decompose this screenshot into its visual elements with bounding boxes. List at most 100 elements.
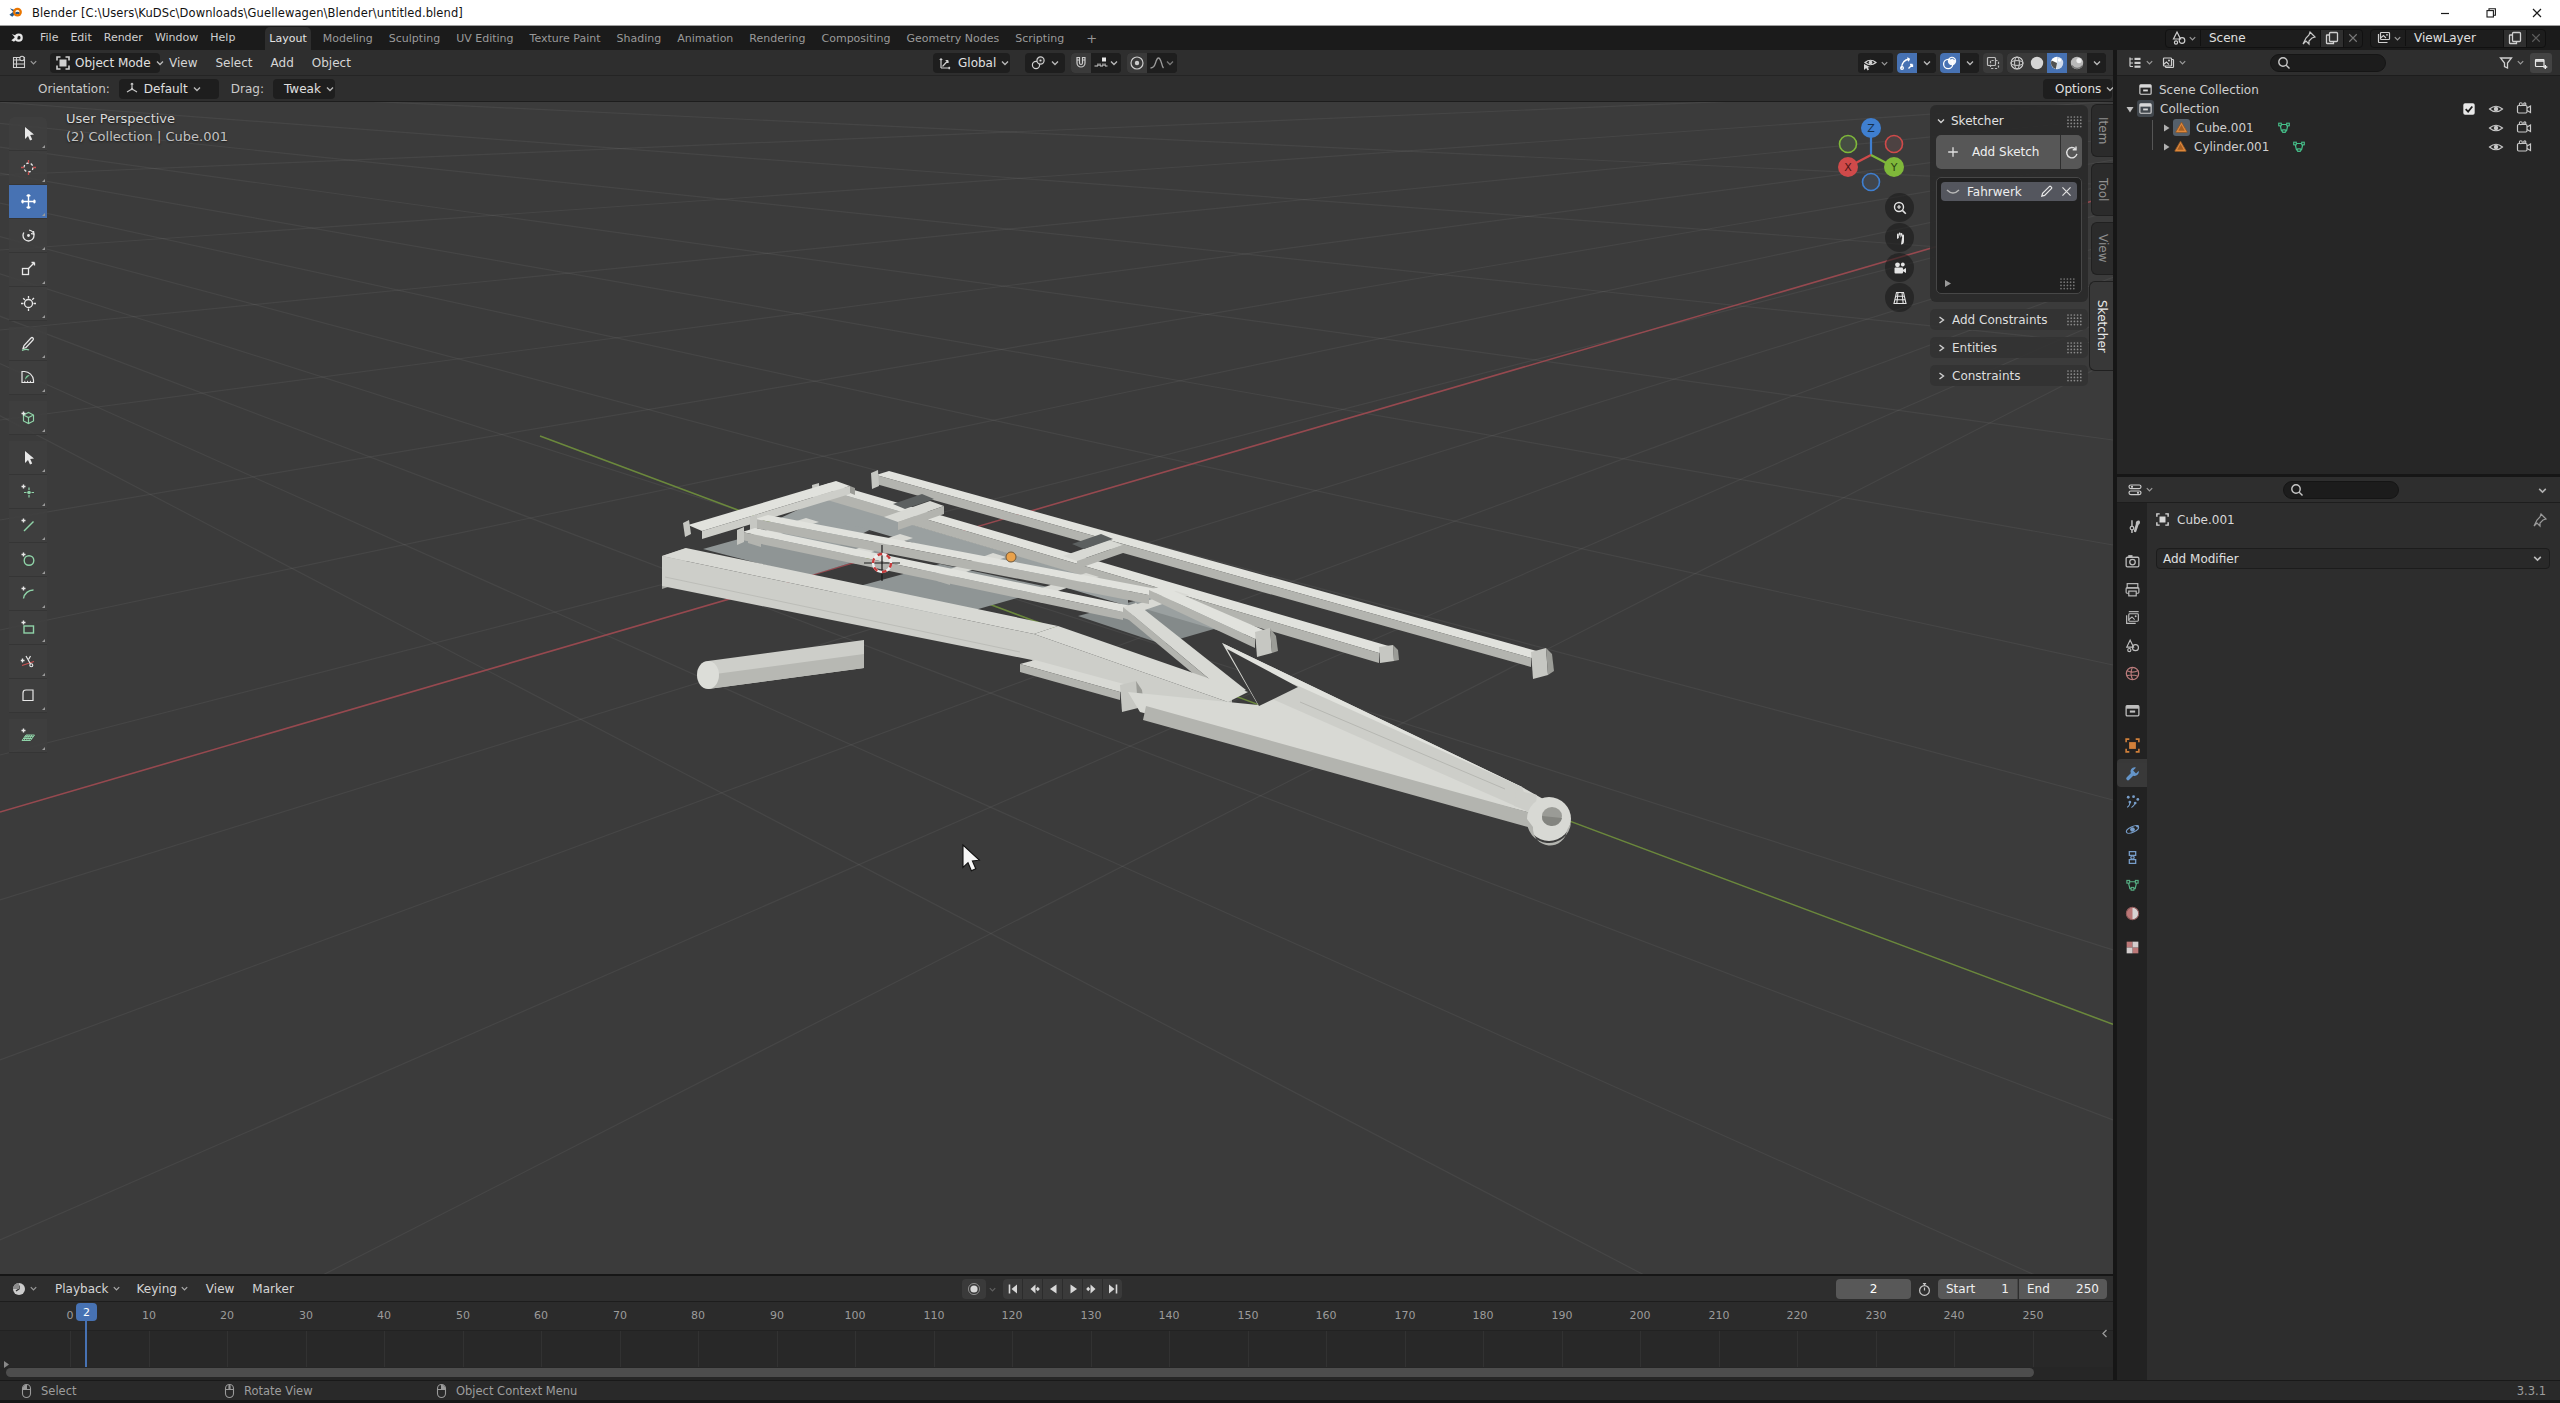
outliner-filter-display-button[interactable] — [2157, 53, 2190, 73]
properties-tab-material[interactable] — [2117, 899, 2147, 927]
workspace-tab-geometry-nodes[interactable]: Geometry Nodes — [902, 27, 1003, 50]
properties-tab-particles[interactable] — [2117, 787, 2147, 815]
properties-tab-collection[interactable] — [2117, 696, 2147, 724]
menu-add[interactable]: Add — [262, 56, 303, 70]
menu-help[interactable]: Help — [204, 26, 241, 50]
menu-edit[interactable]: Edit — [64, 26, 97, 50]
outliner-row-scene-collection[interactable]: Scene Collection — [2117, 80, 2560, 99]
snap-target-dropdown[interactable] — [1091, 53, 1121, 73]
view-layer-copy-button[interactable] — [2503, 30, 2526, 47]
navigation-gizmo[interactable]: Z X Y — [1833, 106, 1909, 192]
timeline-scrollbar[interactable] — [0, 1367, 2113, 1378]
workspace-tab-rendering[interactable]: Rendering — [745, 27, 809, 50]
current-frame-field[interactable]: 2 — [1836, 1279, 1911, 1299]
restore-button[interactable] — [2468, 0, 2514, 25]
properties-tab-scene[interactable] — [2117, 631, 2147, 659]
menu-object[interactable]: Object — [303, 56, 360, 70]
disclosure-open-icon[interactable] — [2125, 104, 2135, 114]
tool-select-tweak[interactable] — [9, 117, 47, 151]
tool-cad-select[interactable] — [9, 441, 47, 475]
outliner-filter-button[interactable] — [2495, 53, 2528, 73]
sketch-list[interactable]: Fahrwerk — [1936, 177, 2082, 294]
workspace-tab-compositing[interactable]: Compositing — [818, 27, 895, 50]
sidebar-tab-sketcher[interactable]: Sketcher — [2089, 281, 2113, 371]
menu-window[interactable]: Window — [149, 26, 204, 50]
tool-trim[interactable] — [9, 645, 47, 679]
menu-marker[interactable]: Marker — [243, 1282, 302, 1296]
panel-add-constraints[interactable]: Add Constraints — [1930, 309, 2088, 330]
camera-icon[interactable] — [2516, 139, 2532, 155]
tool-measure[interactable] — [9, 361, 47, 395]
shading-rendered-button[interactable] — [2067, 53, 2087, 73]
properties-tab-texture[interactable] — [2117, 933, 2147, 961]
auto-keying-toggle[interactable] — [962, 1279, 986, 1299]
tool-add-line[interactable] — [9, 509, 47, 543]
scene-selector[interactable]: Scene — [2165, 29, 2363, 48]
sidebar-tab-tool[interactable]: Tool — [2091, 163, 2113, 216]
overlays-toggle[interactable] — [1940, 53, 1960, 73]
workspace-tab-shading[interactable]: Shading — [613, 27, 666, 50]
outliner-row-collection[interactable]: Collection — [2117, 99, 2560, 118]
sketcher-panel-header[interactable]: Sketcher — [1936, 110, 2082, 132]
outliner-row-cylinder[interactable]: Cylinder.001 — [2117, 137, 2560, 156]
workspace-tab-modeling[interactable]: Modeling — [319, 27, 377, 50]
tool-add-cube[interactable] — [9, 401, 47, 435]
new-collection-button[interactable] — [2530, 53, 2552, 73]
play-reverse-button[interactable] — [1043, 1279, 1062, 1299]
add-modifier-button[interactable]: Add Modifier — [2156, 548, 2550, 569]
sidebar-tab-view[interactable]: View — [2091, 222, 2113, 275]
menu-keying[interactable]: Keying — [129, 1282, 197, 1296]
drag-orientation-dropdown[interactable]: Default — [119, 79, 219, 99]
viewport-pan-button[interactable] — [1885, 223, 1914, 252]
tool-add-rectangle[interactable] — [9, 611, 47, 645]
viewport-3d[interactable]: User Perspective (2) Collection | Cube.0… — [0, 102, 2113, 1276]
frame-end-field[interactable]: End 250 — [2019, 1279, 2107, 1299]
properties-tab-physics[interactable] — [2117, 815, 2147, 843]
previous-keyframe-button[interactable] — [1023, 1279, 1042, 1299]
viewport-camera-button[interactable] — [1885, 253, 1914, 282]
menu-playback[interactable]: Playback — [47, 1282, 129, 1296]
menu-select[interactable]: Select — [206, 56, 261, 70]
workspace-tab-sculpting[interactable]: Sculpting — [385, 27, 444, 50]
scene-unlink-button[interactable] — [2343, 30, 2362, 47]
workspace-tab-uv-editing[interactable]: UV Editing — [452, 27, 517, 50]
workspace-tab-layout[interactable]: Layout — [265, 27, 310, 50]
tool-add-circle[interactable] — [9, 543, 47, 577]
disclosure-closed-icon[interactable] — [2161, 123, 2171, 133]
camera-icon[interactable] — [2516, 101, 2532, 117]
properties-tab-modifiers[interactable] — [2117, 759, 2147, 787]
shading-solid-button[interactable] — [2027, 53, 2047, 73]
checkbox-icon[interactable] — [2462, 102, 2476, 116]
snap-toggle[interactable] — [1071, 53, 1091, 73]
viewport-canvas[interactable] — [0, 102, 2113, 1276]
eye-icon[interactable] — [2488, 120, 2504, 136]
xray-toggle[interactable] — [1983, 53, 2003, 73]
jump-to-end-button[interactable] — [1103, 1279, 1122, 1299]
scene-copy-button[interactable] — [2320, 30, 2343, 47]
proportional-edit-toggle[interactable] — [1127, 53, 1147, 73]
workspace-tab-animation[interactable]: Animation — [673, 27, 737, 50]
minimize-button[interactable] — [2422, 0, 2468, 25]
properties-tab-constraints[interactable] — [2117, 843, 2147, 871]
gizmos-dropdown[interactable] — [1917, 53, 1936, 73]
outliner-editor-type-button[interactable] — [2124, 53, 2157, 73]
shading-wireframe-button[interactable] — [2007, 53, 2027, 73]
use-preview-range-toggle[interactable] — [1917, 1282, 1932, 1297]
pivot-point-dropdown[interactable] — [1025, 53, 1065, 73]
gizmos-toggle[interactable] — [1897, 53, 1917, 73]
properties-tab-object[interactable] — [2117, 731, 2147, 759]
edit-icon[interactable] — [2039, 184, 2054, 199]
workspace-tab-scripting[interactable]: Scripting — [1011, 27, 1068, 50]
tool-cursor[interactable] — [9, 151, 47, 185]
view-layer-remove-button[interactable] — [2526, 30, 2545, 47]
tool-add-workplane[interactable] — [9, 719, 47, 753]
outliner-row-cube[interactable]: Cube.001 — [2117, 118, 2560, 137]
outliner-search-input[interactable] — [2270, 54, 2386, 72]
close-button[interactable] — [2514, 0, 2560, 25]
properties-tab-output[interactable] — [2117, 575, 2147, 603]
editor-type-button[interactable] — [8, 53, 41, 73]
tool-move[interactable] — [9, 185, 47, 219]
drag-action-dropdown[interactable]: Tweak — [273, 79, 335, 99]
tool-add-point[interactable] — [9, 475, 47, 509]
properties-options-button[interactable] — [2537, 485, 2548, 496]
